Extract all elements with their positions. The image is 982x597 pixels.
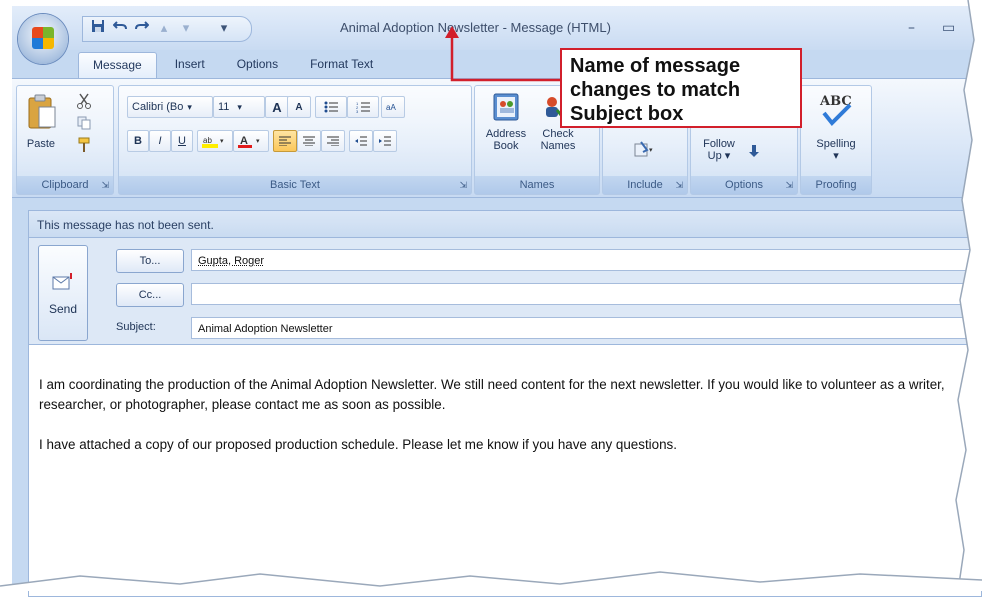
decrease-indent-button[interactable] bbox=[349, 130, 373, 152]
save-icon[interactable] bbox=[90, 19, 106, 37]
svg-text:▾: ▾ bbox=[220, 138, 224, 145]
outlook-window: ▴ ▾ ▾ Animal Adoption Newsletter - Messa… bbox=[12, 6, 982, 591]
send-label: Send bbox=[39, 302, 87, 316]
increase-indent-button[interactable] bbox=[373, 130, 397, 152]
send-button[interactable]: Send bbox=[38, 245, 88, 341]
body-paragraph: I have attached a copy of our proposed p… bbox=[39, 435, 979, 455]
font-size-select[interactable]: 11 ▾ bbox=[213, 96, 265, 118]
customize-icon[interactable]: ▾ bbox=[216, 21, 232, 36]
bold-button[interactable]: B bbox=[127, 130, 149, 152]
send-icon bbox=[51, 270, 75, 292]
numbering-button[interactable]: 123 bbox=[347, 96, 379, 118]
svg-text:▾: ▾ bbox=[649, 146, 653, 154]
spelling-icon[interactable]: ABC bbox=[815, 90, 857, 130]
shrink-font-button[interactable]: A bbox=[287, 96, 311, 118]
attach-item-icon[interactable]: ▾ bbox=[631, 138, 659, 160]
tab-message[interactable]: Message bbox=[78, 52, 157, 78]
numbering-icon: 123 bbox=[356, 101, 370, 113]
tab-insert[interactable]: Insert bbox=[161, 52, 219, 78]
proofing-group-label: Proofing bbox=[801, 176, 871, 194]
office-button[interactable] bbox=[18, 14, 68, 64]
align-right-button[interactable] bbox=[321, 130, 345, 152]
cc-button[interactable]: Cc... bbox=[116, 283, 184, 307]
ribbon: Paste Clipboard ⇲ Calibri (Bo ▾ 11 ▾ A A 12… bbox=[12, 78, 982, 198]
subject-label: Subject: bbox=[116, 321, 156, 333]
svg-text:ab: ab bbox=[203, 136, 212, 145]
styles-button[interactable]: aA bbox=[381, 96, 405, 118]
redo-icon[interactable] bbox=[134, 19, 150, 37]
basic-text-group-label: Basic Text ⇲ bbox=[119, 176, 471, 194]
paste-label[interactable]: Paste bbox=[21, 138, 61, 150]
font-name-select[interactable]: Calibri (Bo ▾ bbox=[127, 96, 213, 118]
low-importance-icon[interactable] bbox=[745, 142, 763, 160]
include-group-label: Include ⇲ bbox=[603, 176, 687, 194]
tab-options[interactable]: Options bbox=[223, 52, 292, 78]
styles-icon: aA bbox=[386, 100, 400, 114]
to-value: Gupta, Roger bbox=[198, 255, 264, 267]
align-right-icon bbox=[327, 136, 339, 146]
message-body-text: I am coordinating the production of the … bbox=[39, 375, 979, 475]
callout-arrow bbox=[440, 24, 564, 84]
dialog-launcher-icon[interactable]: ⇲ bbox=[675, 176, 683, 194]
font-color-button[interactable]: A ▾ bbox=[233, 130, 269, 152]
cc-field[interactable] bbox=[191, 283, 982, 305]
torn-edge-bottom bbox=[0, 566, 982, 591]
info-bar: This message has not been sent. bbox=[28, 210, 982, 238]
copy-icon[interactable] bbox=[75, 114, 93, 132]
highlight-button[interactable]: ab ▾ bbox=[197, 130, 233, 152]
dialog-launcher-icon[interactable]: ⇲ bbox=[785, 176, 793, 194]
align-center-icon bbox=[303, 136, 315, 146]
svg-text:aA: aA bbox=[386, 103, 396, 112]
dialog-launcher-icon[interactable]: ⇲ bbox=[459, 176, 467, 194]
proofing-group: ABC Spelling ▾ Proofing bbox=[800, 85, 872, 195]
undo-icon[interactable] bbox=[112, 19, 128, 37]
quick-access-icons: ▴ ▾ ▾ bbox=[72, 18, 232, 38]
clipboard-group: Paste Clipboard ⇲ bbox=[16, 85, 114, 195]
up-icon[interactable]: ▴ bbox=[156, 21, 172, 36]
font-color-icon: A ▾ bbox=[238, 134, 264, 148]
subject-field[interactable]: Animal Adoption Newsletter bbox=[191, 317, 982, 339]
align-left-icon bbox=[279, 136, 291, 146]
address-book-button[interactable]: Address Book bbox=[481, 128, 531, 152]
tab-format-text[interactable]: Format Text bbox=[296, 52, 387, 78]
options-group-label: Options ⇲ bbox=[691, 176, 797, 194]
clipboard-group-label: Clipboard ⇲ bbox=[17, 176, 113, 194]
decrease-indent-icon bbox=[355, 136, 367, 146]
underline-button[interactable]: U bbox=[171, 130, 193, 152]
increase-indent-icon bbox=[379, 136, 391, 146]
align-center-button[interactable] bbox=[297, 130, 321, 152]
check-names-button[interactable]: Check Names bbox=[533, 128, 583, 152]
basic-text-group: Calibri (Bo ▾ 11 ▾ A A 123 aA B I U ab ▾ A ▾ bbox=[118, 85, 472, 195]
bullets-button[interactable] bbox=[315, 96, 347, 118]
italic-button[interactable]: I bbox=[149, 130, 171, 152]
highlight-icon: ab ▾ bbox=[202, 134, 228, 148]
minimize-button[interactable]: – bbox=[908, 20, 915, 36]
names-group-label: Names bbox=[475, 176, 599, 194]
svg-text:3: 3 bbox=[356, 109, 359, 113]
torn-edge-right bbox=[950, 0, 982, 591]
bullets-icon bbox=[324, 101, 338, 113]
annotation-callout: Name of message changes to match Subject… bbox=[560, 48, 802, 128]
ribbon-tabs: Message Insert Options Format Text bbox=[78, 52, 387, 78]
office-logo-icon bbox=[32, 27, 54, 49]
cut-icon[interactable] bbox=[75, 92, 93, 110]
to-button[interactable]: To... bbox=[116, 249, 184, 273]
dialog-launcher-icon[interactable]: ⇲ bbox=[101, 176, 109, 194]
down-icon[interactable]: ▾ bbox=[178, 21, 194, 36]
body-paragraph: I am coordinating the production of the … bbox=[39, 375, 979, 415]
to-field[interactable]: Gupta, Roger bbox=[191, 249, 982, 271]
spelling-button[interactable]: Spelling ▾ bbox=[805, 138, 867, 162]
align-left-button[interactable] bbox=[273, 130, 297, 152]
paste-icon[interactable] bbox=[25, 92, 59, 132]
message-body[interactable]: I am coordinating the production of the … bbox=[28, 344, 982, 597]
svg-text:▾: ▾ bbox=[256, 138, 260, 145]
follow-up-button[interactable]: Follow Up ▾ bbox=[697, 138, 741, 162]
format-painter-icon[interactable] bbox=[75, 136, 93, 154]
address-book-icon[interactable] bbox=[489, 90, 523, 124]
grow-font-button[interactable]: A bbox=[265, 96, 289, 118]
message-header: Send To... Gupta, Roger Cc... Subject: A… bbox=[28, 238, 982, 344]
